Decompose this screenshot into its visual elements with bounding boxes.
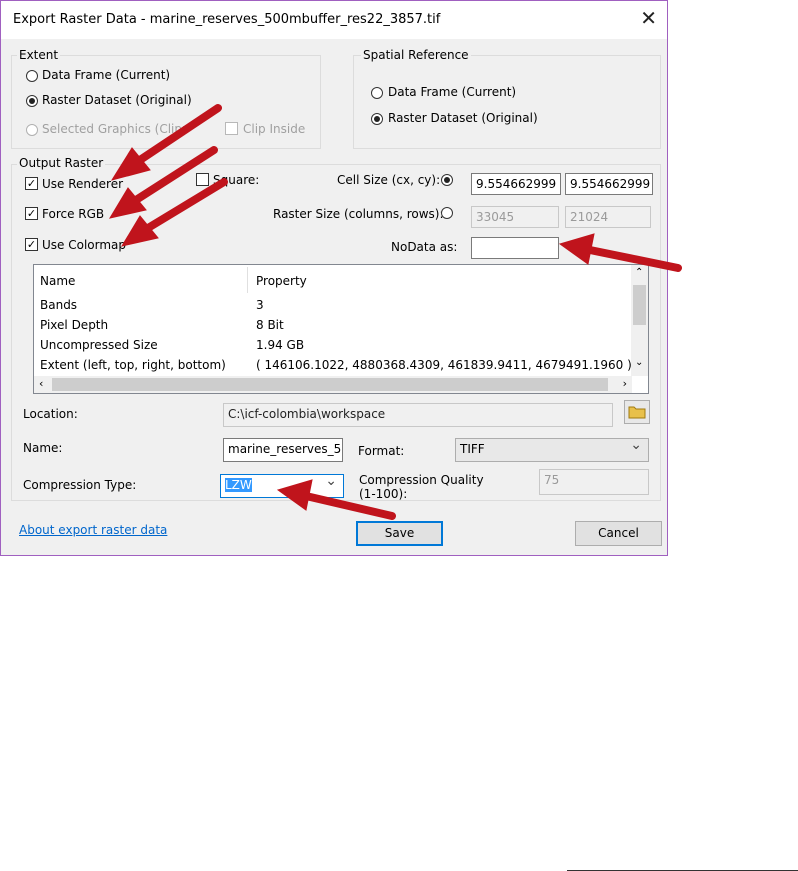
nodata-label: NoData as: (391, 240, 458, 254)
folder-icon (628, 406, 646, 419)
location-field[interactable]: C:\icf-colombia\workspace (223, 403, 613, 427)
cancel-button[interactable]: Cancel (575, 521, 662, 546)
horizontal-scrollbar[interactable]: ‹ › (34, 376, 632, 393)
extent-selected-graphics-radio[interactable] (26, 124, 38, 136)
list-item: Extent (left, top, right, bottom) (40, 358, 226, 372)
square-label: Square: (213, 173, 260, 187)
name-field[interactable]: marine_reserves_50 (223, 438, 343, 462)
clip-inside-checkbox[interactable] (225, 122, 238, 135)
compression-type-select[interactable]: LZW (220, 474, 344, 498)
format-label: Format: (358, 444, 405, 458)
cell-size-x-field[interactable]: 9.554662999 (471, 173, 561, 195)
list-item-value: 1.94 GB (256, 338, 305, 352)
list-item-value: ( 146106.1022, 4880368.4309, 461839.9411… (256, 358, 632, 372)
output-raster-label: Output Raster (17, 156, 106, 170)
raster-size-radio[interactable] (441, 207, 453, 219)
raster-size-label: Raster Size (columns, rows): (273, 207, 444, 221)
scroll-right-icon[interactable]: › (623, 377, 627, 390)
use-renderer-label: Use Renderer (42, 177, 124, 191)
sr-raster-dataset-radio[interactable] (371, 113, 383, 125)
close-icon[interactable]: ✕ (640, 8, 657, 28)
scroll-up-icon[interactable]: ⌃ (635, 267, 643, 278)
cell-size-y-field[interactable]: 9.554662999 (565, 173, 653, 195)
properties-list[interactable]: Name Property Bands 3 Pixel Depth 8 Bit … (33, 264, 649, 394)
square-checkbox[interactable] (196, 173, 209, 186)
list-item-value: 3 (256, 298, 264, 312)
raster-cols-field[interactable]: 33045 (471, 206, 559, 228)
use-renderer-checkbox[interactable]: ✓ (25, 177, 38, 190)
scrollbar-thumb[interactable] (633, 285, 646, 325)
extent-raster-dataset-radio[interactable] (26, 95, 38, 107)
sr-raster-dataset-label: Raster Dataset (Original) (388, 111, 538, 125)
list-item: Bands (40, 298, 78, 312)
extent-label: Extent (17, 48, 61, 62)
properties-header-property: Property (256, 274, 307, 288)
format-select[interactable]: TIFF (455, 438, 649, 462)
use-colormap-checkbox[interactable]: ✓ (25, 238, 38, 251)
extent-data-frame-label: Data Frame (Current) (42, 68, 171, 82)
raster-rows-field[interactable]: 21024 (565, 206, 651, 228)
spatial-reference-group (353, 55, 661, 149)
spatial-reference-label: Spatial Reference (361, 48, 471, 62)
sr-data-frame-radio[interactable] (371, 87, 383, 99)
list-item-value: 8 Bit (256, 318, 284, 332)
hscrollbar-thumb[interactable] (52, 378, 608, 391)
properties-header-divider (247, 267, 248, 293)
open-folder-button[interactable] (624, 400, 650, 424)
scroll-down-icon[interactable]: ⌄ (635, 357, 643, 368)
extent-data-frame-radio[interactable] (26, 70, 38, 82)
list-item: Uncompressed Size (40, 338, 158, 352)
compression-quality-field[interactable]: 75 (539, 469, 649, 495)
force-rgb-label: Force RGB (42, 207, 105, 221)
force-rgb-checkbox[interactable]: ✓ (25, 207, 38, 220)
title-bar: Export Raster Data - marine_reserves_500… (1, 1, 667, 39)
window-title: Export Raster Data - marine_reserves_500… (13, 12, 441, 27)
vertical-scrollbar[interactable]: ⌃ ⌄ (631, 265, 648, 376)
extent-raster-dataset-label: Raster Dataset (Original) (42, 93, 192, 107)
cell-size-label: Cell Size (cx, cy): (337, 173, 441, 187)
extent-selected-graphics-label: Selected Graphics (Clipping) (42, 122, 188, 136)
scroll-left-icon[interactable]: ‹ (39, 377, 43, 390)
use-colormap-label: Use Colormap (42, 238, 127, 252)
compression-quality-label-2: (1-100): (359, 487, 408, 501)
name-label: Name: (23, 441, 63, 455)
clip-inside-label: Clip Inside (243, 122, 306, 136)
location-label: Location: (23, 407, 78, 421)
compression-quality-label-1: Compression Quality (359, 473, 484, 487)
properties-header-name: Name (40, 274, 76, 288)
compression-type-value: LZW (225, 478, 252, 492)
cell-size-radio[interactable] (441, 174, 453, 186)
export-raster-dialog: Export Raster Data - marine_reserves_500… (0, 0, 668, 556)
save-button[interactable]: Save (356, 521, 443, 546)
sr-data-frame-label: Data Frame (Current) (388, 85, 517, 99)
nodata-field[interactable] (471, 237, 559, 259)
list-item: Pixel Depth (40, 318, 109, 332)
compression-type-label: Compression Type: (23, 478, 137, 492)
about-export-link[interactable]: About export raster data (19, 523, 167, 537)
